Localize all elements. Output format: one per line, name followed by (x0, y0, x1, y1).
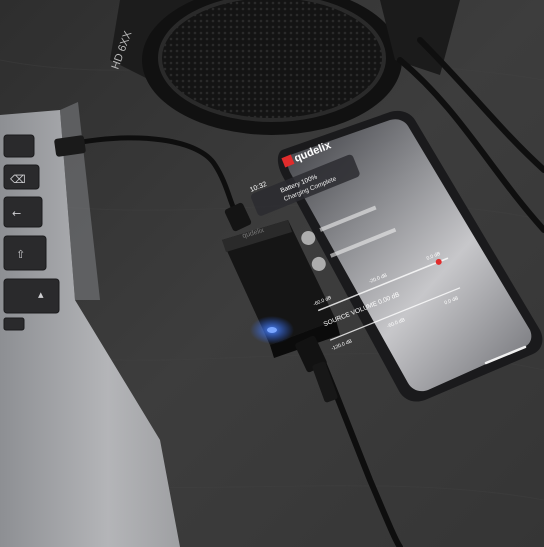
product-photo: HD 6XX ⌫ ← ⇧ ▴ qudelix 10:32 qudelix Bat… (0, 0, 544, 547)
svg-text:▴: ▴ (38, 288, 44, 301)
svg-text:⇧: ⇧ (16, 248, 25, 261)
svg-text:←: ← (12, 207, 21, 220)
dac-status-led (267, 327, 277, 333)
photo-scene: HD 6XX ⌫ ← ⇧ ▴ qudelix 10:32 qudelix Bat… (0, 0, 544, 547)
svg-text:⌫: ⌫ (10, 173, 26, 186)
